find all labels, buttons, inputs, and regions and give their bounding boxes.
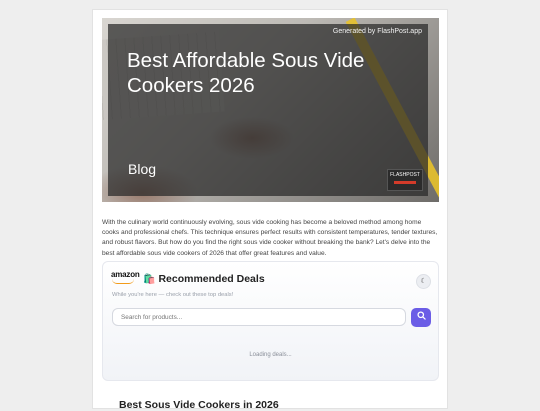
flashpost-logo-text: FLASHPOST [390, 172, 420, 178]
amazon-logo-text: amazon [111, 270, 140, 279]
search-button[interactable] [411, 308, 431, 327]
hero-image: Generated by FlashPost.app Best Affordab… [102, 18, 439, 202]
flashpost-logo: FLASHPOST [387, 169, 423, 191]
search-icon [416, 311, 426, 320]
moon-icon[interactable]: ☾ [416, 274, 431, 289]
shopping-bags-icon: 🛍️ [143, 274, 156, 285]
section-heading: Best Sous Vide Cookers in 2026 [119, 399, 279, 411]
loading-deals-text: Loading deals... [249, 352, 292, 358]
product-search-input[interactable] [112, 308, 406, 326]
intro-paragraph: With the culinary world continuously evo… [102, 218, 438, 257]
deals-title-text: Recommended Deals [158, 273, 265, 285]
hero-overlay: Generated by FlashPost.app Best Affordab… [108, 24, 428, 196]
amazon-smile-icon [112, 279, 134, 284]
recommended-deals-widget: amazon 🛍️ Recommended Deals ☾ While you'r… [102, 261, 439, 381]
amazon-logo: amazon [111, 270, 140, 284]
hero-title: Best Affordable Sous Vide Cookers 2026 [127, 49, 365, 97]
hero-category-label: Blog [128, 161, 157, 177]
deals-title: 🛍️ Recommended Deals [143, 273, 265, 285]
deals-subtitle: While you're here — check out these top … [112, 292, 234, 298]
article-page: Generated by FlashPost.app Best Affordab… [92, 9, 448, 411]
generated-by-label: Generated by FlashPost.app [332, 28, 422, 35]
